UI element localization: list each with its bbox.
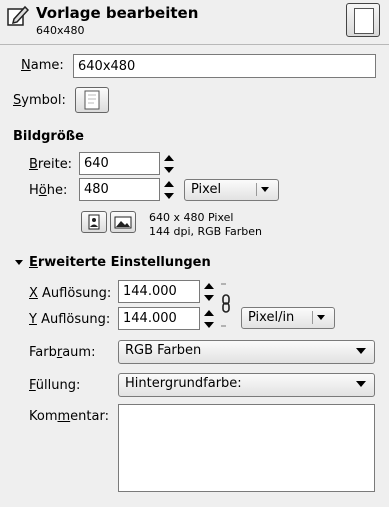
size-info-resolution: 144 dpi, RGB Farben bbox=[149, 225, 263, 238]
symbol-button[interactable] bbox=[75, 87, 109, 113]
header-separator bbox=[0, 44, 389, 45]
portrait-button[interactable] bbox=[81, 211, 107, 233]
landscape-button[interactable] bbox=[110, 211, 136, 233]
x-resolution-label: X Auflösung: bbox=[29, 286, 112, 301]
width-input[interactable] bbox=[79, 152, 160, 175]
resolution-unit-value: Pixel/in bbox=[248, 310, 295, 325]
x-resolution-input[interactable] bbox=[118, 280, 200, 303]
y-resolution-label: Y Auflösung: bbox=[29, 312, 111, 327]
image-size-heading: Bildgröße bbox=[13, 129, 84, 144]
chevron-down-icon bbox=[353, 377, 369, 390]
dialog-title: Vorlage bearbeiten bbox=[36, 4, 199, 22]
color-space-label: Farbraum: bbox=[29, 345, 96, 360]
expander-arrow-icon[interactable] bbox=[15, 260, 23, 265]
fill-value: Hintergrundfarbe: bbox=[125, 376, 242, 391]
portrait-icon bbox=[88, 214, 100, 230]
resolution-unit-select[interactable]: Pixel/in bbox=[241, 307, 335, 329]
template-preview-icon bbox=[346, 3, 380, 37]
comment-textarea[interactable] bbox=[118, 404, 375, 492]
width-label: Breite: bbox=[29, 157, 73, 172]
chain-link-icon[interactable] bbox=[219, 283, 233, 327]
size-unit-value: Pixel bbox=[191, 182, 222, 197]
name-input[interactable] bbox=[73, 54, 376, 78]
symbol-icon bbox=[84, 90, 100, 110]
chevron-down-icon bbox=[353, 344, 369, 357]
edit-template-icon bbox=[7, 5, 29, 26]
height-spinner[interactable] bbox=[162, 179, 176, 201]
chevron-down-icon bbox=[256, 183, 273, 196]
name-label: Name: bbox=[21, 58, 64, 73]
landscape-icon bbox=[114, 216, 132, 229]
comment-label: Kommentar: bbox=[29, 409, 109, 424]
dialog-subtitle: 640x480 bbox=[36, 24, 85, 37]
color-space-value: RGB Farben bbox=[125, 343, 202, 358]
size-info: 640 x 480 Pixel 144 dpi, RGB Farben bbox=[149, 211, 262, 239]
height-input[interactable] bbox=[79, 178, 160, 201]
symbol-label: Symbol: bbox=[13, 93, 66, 108]
y-resolution-input[interactable] bbox=[118, 307, 200, 330]
fill-select[interactable]: Hintergrundfarbe: bbox=[118, 373, 375, 397]
chevron-down-icon bbox=[312, 311, 329, 324]
height-label: Höhe: bbox=[29, 183, 68, 198]
size-info-pixels: 640 x 480 Pixel bbox=[149, 211, 234, 224]
width-spinner[interactable] bbox=[162, 153, 176, 175]
advanced-options-expander[interactable]: Erweiterte Einstellungen bbox=[29, 255, 211, 270]
y-resolution-spinner[interactable] bbox=[202, 308, 216, 330]
fill-label: Füllung: bbox=[29, 378, 81, 393]
size-unit-select[interactable]: Pixel bbox=[184, 179, 279, 201]
color-space-select[interactable]: RGB Farben bbox=[118, 340, 375, 364]
x-resolution-spinner[interactable] bbox=[202, 281, 216, 303]
